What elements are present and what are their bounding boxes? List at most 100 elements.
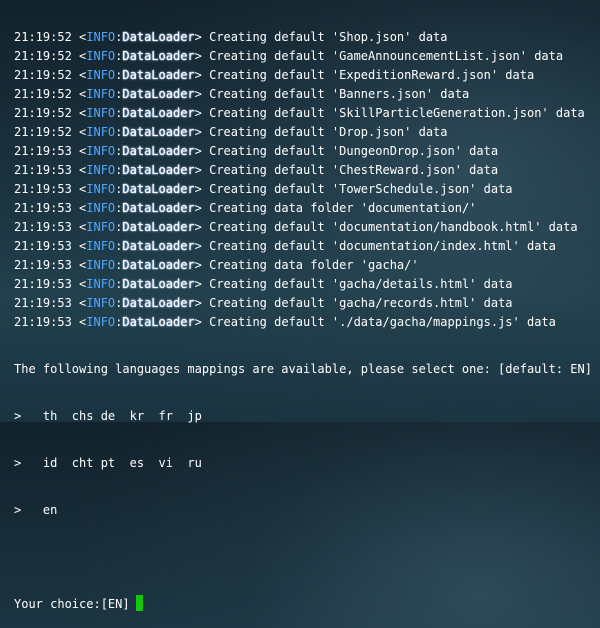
log-logger: DataLoader bbox=[122, 315, 195, 329]
log-message: Creating default 'documentation/handbook… bbox=[209, 220, 578, 234]
log-bracket: < bbox=[71, 182, 87, 196]
log-timestamp: 21:19:52 bbox=[14, 68, 72, 82]
log-output: 21:19:52 <INFO:DataLoader> Creating defa… bbox=[14, 28, 600, 332]
log-line: 21:19:52 <INFO:DataLoader> Creating defa… bbox=[14, 85, 600, 104]
log-timestamp: 21:19:53 bbox=[14, 277, 72, 291]
log-logger: DataLoader bbox=[122, 277, 195, 291]
log-logger: DataLoader bbox=[122, 87, 195, 101]
log-level: INFO bbox=[86, 125, 116, 139]
log-timestamp: 21:19:52 bbox=[14, 30, 72, 44]
log-logger: DataLoader bbox=[122, 68, 195, 82]
log-line: 21:19:52 <INFO:DataLoader> Creating defa… bbox=[14, 66, 600, 85]
log-message: Creating default 'Banners.json' data bbox=[209, 87, 470, 101]
log-message: Creating default 'documentation/index.ht… bbox=[209, 239, 556, 253]
log-bracket: < bbox=[71, 144, 87, 158]
log-bracket: > bbox=[194, 68, 210, 82]
log-bracket: < bbox=[71, 68, 87, 82]
log-level: INFO bbox=[86, 277, 116, 291]
log-bracket: > bbox=[194, 296, 210, 310]
log-bracket: < bbox=[71, 30, 87, 44]
log-bracket: < bbox=[71, 277, 87, 291]
log-message: Creating default 'Shop.json' data bbox=[209, 30, 448, 44]
log-line: 21:19:52 <INFO:DataLoader> Creating defa… bbox=[14, 123, 600, 142]
log-bracket: > bbox=[194, 239, 210, 253]
language-options-row-1: > th chs de kr fr jp bbox=[14, 407, 600, 426]
log-line: 21:19:53 <INFO:DataLoader> Creating data… bbox=[14, 256, 600, 275]
log-bracket: < bbox=[71, 163, 87, 177]
log-bracket: > bbox=[194, 144, 210, 158]
log-line: 21:19:53 <INFO:DataLoader> Creating data… bbox=[14, 199, 600, 218]
log-line: 21:19:53 <INFO:DataLoader> Creating defa… bbox=[14, 180, 600, 199]
log-level: INFO bbox=[86, 220, 116, 234]
log-logger: DataLoader bbox=[122, 296, 195, 310]
log-line: 21:19:52 <INFO:DataLoader> Creating defa… bbox=[14, 47, 600, 66]
log-logger: DataLoader bbox=[122, 201, 195, 215]
log-line: 21:19:53 <INFO:DataLoader> Creating defa… bbox=[14, 237, 600, 256]
prompt-question: The following languages mappings are ava… bbox=[14, 362, 592, 376]
log-logger: DataLoader bbox=[122, 144, 195, 158]
log-message: Creating data folder 'documentation/' bbox=[209, 201, 477, 215]
log-level: INFO bbox=[86, 163, 116, 177]
log-timestamp: 21:19:52 bbox=[14, 125, 72, 139]
log-bracket: > bbox=[194, 125, 210, 139]
log-bracket: < bbox=[71, 87, 87, 101]
language-options-row-2: > id cht pt es vi ru bbox=[14, 454, 600, 473]
log-level: INFO bbox=[86, 144, 116, 158]
log-bracket: > bbox=[194, 220, 210, 234]
log-message: Creating default 'DungeonDrop.json' data bbox=[209, 144, 499, 158]
log-line: 21:19:53 <INFO:DataLoader> Creating defa… bbox=[14, 218, 600, 237]
log-timestamp: 21:19:52 bbox=[14, 49, 72, 63]
log-bracket: > bbox=[194, 49, 210, 63]
log-bracket: > bbox=[194, 201, 210, 215]
language-options-row-3: > en bbox=[14, 501, 600, 520]
log-timestamp: 21:19:52 bbox=[14, 87, 72, 101]
language-options-text: > id cht pt es vi ru bbox=[14, 456, 202, 470]
terminal-window[interactable]: 21:19:52 <INFO:DataLoader> Creating defa… bbox=[14, 0, 600, 611]
log-line: 21:19:53 <INFO:DataLoader> Creating defa… bbox=[14, 142, 600, 161]
log-logger: DataLoader bbox=[122, 182, 195, 196]
log-bracket: > bbox=[194, 87, 210, 101]
log-line: 21:19:53 <INFO:DataLoader> Creating defa… bbox=[14, 313, 600, 332]
log-message: Creating default 'TowerSchedule.json' da… bbox=[209, 182, 513, 196]
text-cursor[interactable] bbox=[135, 595, 143, 611]
log-line: 21:19:53 <INFO:DataLoader> Creating defa… bbox=[14, 294, 600, 313]
log-logger: DataLoader bbox=[122, 106, 195, 120]
input-label: Your choice:[EN] bbox=[14, 597, 130, 611]
log-bracket: < bbox=[71, 315, 87, 329]
log-bracket: < bbox=[71, 220, 87, 234]
log-level: INFO bbox=[86, 182, 116, 196]
log-line: 21:19:52 <INFO:DataLoader> Creating defa… bbox=[14, 104, 600, 123]
log-timestamp: 21:19:53 bbox=[14, 239, 72, 253]
log-timestamp: 21:19:53 bbox=[14, 163, 72, 177]
log-logger: DataLoader bbox=[122, 125, 195, 139]
log-timestamp: 21:19:53 bbox=[14, 201, 72, 215]
log-message: Creating default 'ExpeditionReward.json'… bbox=[209, 68, 535, 82]
log-message: Creating data folder 'gacha/' bbox=[209, 258, 419, 272]
log-message: Creating default 'Drop.json' data bbox=[209, 125, 448, 139]
log-message: Creating default 'gacha/details.html' da… bbox=[209, 277, 513, 291]
log-bracket: > bbox=[194, 106, 210, 120]
log-line: 21:19:53 <INFO:DataLoader> Creating defa… bbox=[14, 275, 600, 294]
log-logger: DataLoader bbox=[122, 163, 195, 177]
log-timestamp: 21:19:53 bbox=[14, 258, 72, 272]
log-bracket: > bbox=[194, 182, 210, 196]
log-timestamp: 21:19:53 bbox=[14, 315, 72, 329]
log-bracket: < bbox=[71, 258, 87, 272]
log-timestamp: 21:19:53 bbox=[14, 296, 72, 310]
log-logger: DataLoader bbox=[122, 220, 195, 234]
log-timestamp: 21:19:53 bbox=[14, 220, 72, 234]
log-logger: DataLoader bbox=[122, 239, 195, 253]
input-line[interactable]: Your choice:[EN] bbox=[14, 595, 600, 614]
log-logger: DataLoader bbox=[122, 258, 195, 272]
log-level: INFO bbox=[86, 201, 116, 215]
log-level: INFO bbox=[86, 315, 116, 329]
language-options-text: > en bbox=[14, 503, 58, 517]
log-line: 21:19:53 <INFO:DataLoader> Creating defa… bbox=[14, 161, 600, 180]
log-bracket: < bbox=[71, 239, 87, 253]
log-level: INFO bbox=[86, 296, 116, 310]
log-level: INFO bbox=[86, 258, 116, 272]
log-level: INFO bbox=[86, 49, 116, 63]
log-line: 21:19:52 <INFO:DataLoader> Creating defa… bbox=[14, 28, 600, 47]
log-level: INFO bbox=[86, 239, 116, 253]
log-timestamp: 21:19:53 bbox=[14, 182, 72, 196]
